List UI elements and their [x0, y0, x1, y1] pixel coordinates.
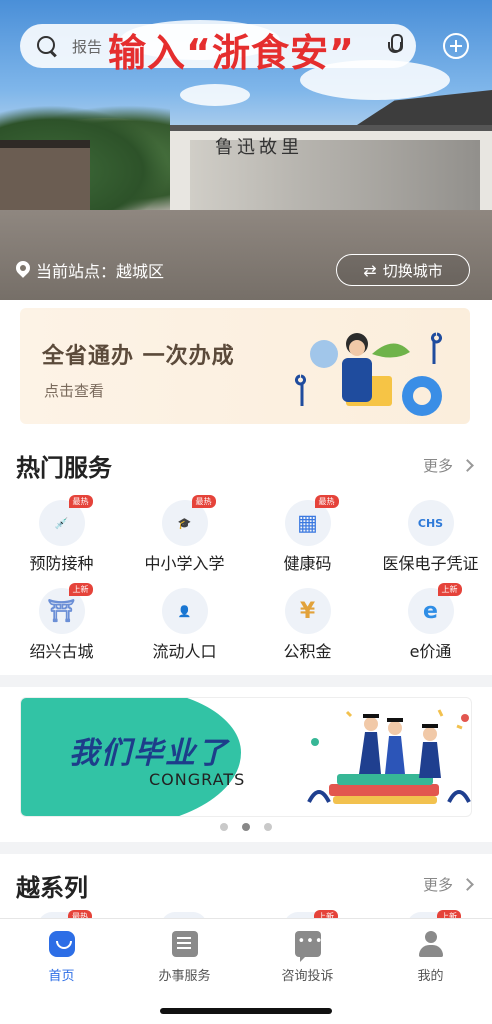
service-label: 绍兴古城 [29, 642, 94, 661]
chs-medical-insurance-icon: CHS [407, 500, 454, 546]
tab-item[interactable]: 办事服务 [123, 931, 246, 984]
promo-card[interactable]: 全省通办 一次办成 点击查看 [20, 308, 470, 424]
current-location: 当前站点：越城区 [16, 258, 164, 282]
chat-bubble-icon [294, 931, 324, 962]
home-icon [48, 931, 75, 957]
hot-services-more-link[interactable]: 更多 [422, 455, 474, 476]
house [0, 140, 90, 215]
service-badge: 上新 [68, 583, 93, 596]
annotation-overlay-text: 输入“浙食安” [108, 31, 355, 75]
services-panel: 全省通办 一次办成 点击查看 热门服务 更多 💉 最热预防接种 🎓 最热中小学入学 ▦ 最… [0, 300, 492, 675]
graduation-cap-icon: 🎓 最热 [161, 495, 216, 546]
id-card-icon: 👤 [161, 588, 208, 634]
switch-city-label: 切换城市 [382, 261, 443, 280]
service-item[interactable]: 🎓 最热中小学入学 [123, 495, 246, 584]
service-glyph: ¥ [299, 598, 316, 624]
yue-series-more-link[interactable]: 更多 [422, 874, 474, 895]
add-icon[interactable] [443, 33, 469, 59]
section-divider [0, 675, 492, 687]
syringe-icon: 💉 最热 [38, 495, 93, 546]
service-label: 医保电子凭证 [382, 554, 479, 573]
hot-services-title: 热门服务 [16, 454, 112, 482]
hero-banner: 鲁迅故里 报告 输入“浙食安” 当前站点：越城区 ⇄ 切换城市 [0, 0, 492, 300]
switch-city-button[interactable]: ⇄ 切换城市 [336, 254, 470, 286]
tab-label: 首页 [48, 969, 75, 984]
service-item[interactable]: ⛩ 上新绍兴古城 [0, 583, 123, 672]
carousel-dot[interactable] [242, 823, 250, 831]
more-label: 更多 [422, 876, 453, 894]
carousel-dot[interactable] [220, 823, 228, 831]
cloud [180, 84, 250, 106]
user-profile-icon [418, 931, 444, 957]
service-glyph: ⛩ [47, 598, 76, 624]
service-item[interactable]: ▦ 最热健康码 [246, 495, 369, 584]
wall-text: 鲁迅故里 [215, 137, 303, 158]
tab-item[interactable]: 首页 [0, 931, 123, 984]
banner-subtitle: CONGRATS [149, 770, 246, 789]
housing-fund-icon: ¥ [284, 588, 331, 634]
service-glyph: 💉 [54, 516, 69, 530]
qr-code-icon: ▦ 最热 [284, 495, 339, 546]
carousel-pagination [0, 823, 492, 831]
service-item[interactable]: e 上新 e价通 [369, 583, 492, 672]
promo-title: 全省通办 一次办成 [42, 344, 235, 369]
microphone-icon[interactable] [388, 34, 403, 58]
service-glyph: 🎓 [177, 516, 192, 530]
service-glyph: 👤 [177, 604, 192, 618]
service-label: 公积金 [283, 642, 332, 661]
location-label: 当前站点：越城区 [36, 262, 165, 281]
promo-subtitle[interactable]: 点击查看 [44, 380, 104, 401]
service-badge: 最热 [68, 495, 93, 508]
service-item[interactable]: 💉 最热预防接种 [0, 495, 123, 584]
service-badge: 最热 [191, 495, 216, 508]
swap-arrows-icon: ⇄ [363, 260, 377, 280]
service-glyph: ▦ [297, 510, 318, 536]
service-document-icon [171, 931, 198, 957]
carousel-dot[interactable] [264, 823, 272, 831]
yue-series-title: 越系列 [16, 874, 88, 902]
service-glyph: CHS [417, 516, 444, 530]
home-indicator [160, 1008, 332, 1014]
service-label: 预防接种 [29, 554, 94, 573]
service-item[interactable]: 👤 流动人口 [123, 584, 246, 672]
tab-label: 咨询投诉 [281, 969, 334, 984]
service-label: e价通 [409, 642, 452, 661]
yue-series-panel: 越系列 更多 最热 上新 上新 [0, 854, 492, 926]
banner-title: 我们毕业了 [69, 736, 229, 771]
service-badge: 最热 [314, 495, 339, 508]
more-label: 更多 [422, 457, 453, 475]
graduation-illustration [307, 709, 471, 804]
section-divider [0, 842, 492, 854]
service-item[interactable]: CHS 医保电子凭证 [369, 496, 492, 584]
search-placeholder: 报告 [72, 37, 103, 56]
service-glyph: e [423, 598, 438, 624]
e-price-icon: e 上新 [407, 583, 462, 634]
carousel-panel: 我们毕业了 CONGRATS [0, 687, 492, 842]
tab-item[interactable]: 我的 [369, 931, 492, 984]
promo-illustration [295, 332, 442, 416]
service-label: 中小学入学 [144, 554, 225, 573]
tab-item[interactable]: 咨询投诉 [246, 931, 369, 984]
service-label: 健康码 [283, 554, 332, 573]
tab-label: 我的 [417, 969, 444, 984]
ancient-city-icon: ⛩ 上新 [38, 583, 93, 634]
tab-label: 办事服务 [158, 969, 211, 984]
hot-services-grid: 💉 最热预防接种 🎓 最热中小学入学 ▦ 最热健康码 CHS 医保电子凭证 ⛩ 上新绍兴古城 👤 流动… [0, 495, 492, 672]
search-icon [36, 35, 58, 57]
location-pin-icon [16, 261, 30, 279]
chevron-right-icon [461, 459, 474, 472]
carousel-banner[interactable]: 我们毕业了 CONGRATS [20, 697, 472, 817]
service-label: 流动人口 [152, 642, 217, 661]
chevron-right-icon [461, 878, 474, 891]
service-item[interactable]: ¥ 公积金 [246, 584, 369, 672]
service-badge: 上新 [437, 583, 462, 596]
